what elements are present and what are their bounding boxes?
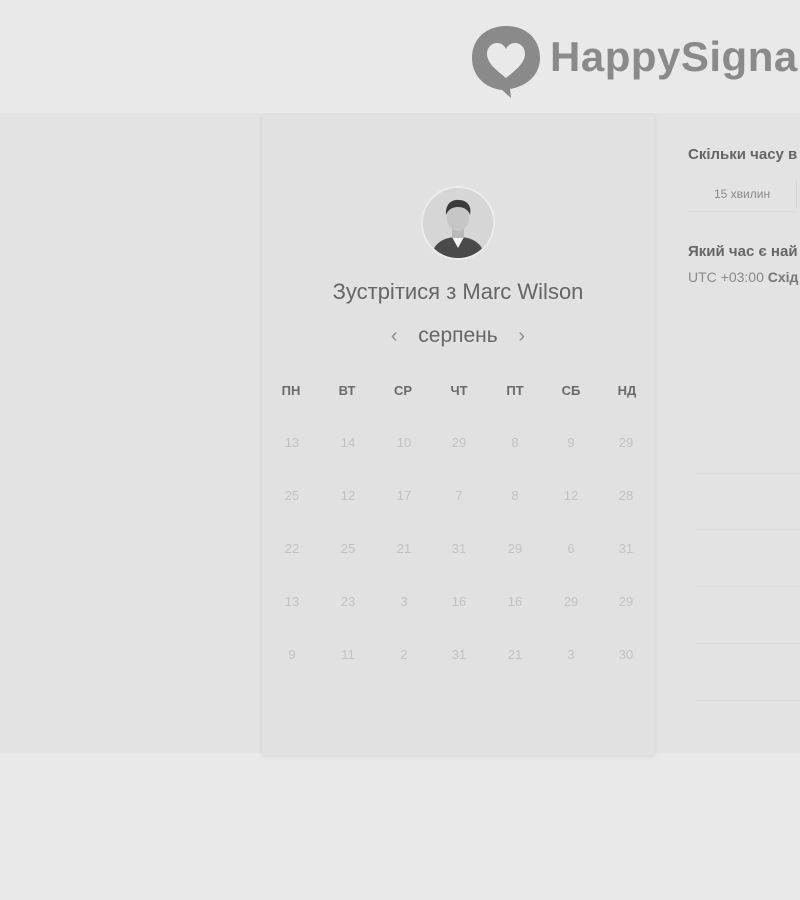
- heart-speech-bubble-icon: [472, 26, 540, 98]
- time-slot-divider: [696, 700, 800, 701]
- calendar-day: 29: [618, 435, 634, 450]
- calendar-day: 31: [451, 541, 467, 556]
- duration-option-15[interactable]: 15 хвилин: [688, 177, 796, 212]
- weekday-fri: ПТ: [506, 383, 524, 398]
- meeting-title: Зустрітися з Marc Wilson: [332, 279, 584, 304]
- calendar-day: 2: [400, 647, 408, 662]
- calendar-day: 21: [507, 647, 523, 662]
- calendar-day: 3: [400, 594, 408, 609]
- calendar-day: 16: [507, 594, 523, 609]
- calendar-day: 25: [340, 541, 356, 556]
- calendar-day: 12: [340, 488, 356, 503]
- calendar-day: 31: [451, 647, 467, 662]
- time-slot-divider: [696, 529, 800, 530]
- time-slot-divider: [696, 473, 800, 474]
- avatar: [423, 188, 493, 258]
- chevron-left-icon[interactable]: ‹: [384, 326, 404, 346]
- booking-panel: Скільки часу в 15 хвилин Який час є най …: [688, 0, 800, 900]
- time-slot-divider: [696, 643, 800, 644]
- calendar-day: 23: [340, 594, 356, 609]
- calendar-day: 6: [567, 541, 575, 556]
- calendar-day: 9: [567, 435, 575, 450]
- calendar-day: 13: [284, 435, 300, 450]
- calendar-day: 25: [284, 488, 300, 503]
- calendar-day: 8: [511, 435, 519, 450]
- calendar-day: 29: [451, 435, 467, 450]
- duration-divider: [796, 180, 797, 208]
- duration-question: Скільки часу в: [688, 146, 798, 163]
- calendar-day: 29: [563, 594, 579, 609]
- calendar-day: 3: [567, 647, 575, 662]
- calendar-day: 21: [396, 541, 412, 556]
- weekday-sun: НД: [617, 383, 637, 398]
- calendar-day: 12: [563, 488, 579, 503]
- calendar-day: 30: [618, 647, 634, 662]
- timezone-selector[interactable]: UTC +03:00 Схід: [688, 269, 798, 285]
- calendar-day: 16: [451, 594, 467, 609]
- chevron-right-icon[interactable]: ›: [512, 326, 532, 346]
- weekday-thu: ЧТ: [450, 383, 468, 398]
- calendar-day: 9: [288, 647, 296, 662]
- timezone-offset: UTC +03:00: [688, 269, 768, 285]
- calendar-day: 10: [396, 435, 412, 450]
- calendar-day: 22: [284, 541, 300, 556]
- weekday-sat: СБ: [561, 383, 581, 398]
- month-navigation: ‹ серпень ›: [262, 324, 654, 348]
- calendar-day: 14: [340, 435, 356, 450]
- time-slot-divider: [696, 586, 800, 587]
- weekday-mon: ПН: [281, 383, 301, 398]
- calendar-day: 11: [341, 647, 355, 662]
- calendar-day: 28: [618, 488, 634, 503]
- time-question: Який час є най: [688, 243, 798, 260]
- person-photo-icon: [423, 188, 493, 258]
- calendar-day: 7: [455, 488, 463, 503]
- timezone-name: Схід: [767, 269, 799, 285]
- calendar-day: 13: [284, 594, 300, 609]
- calendar-card: Зустрітися з Marc Wilson ‹ серпень › ПН …: [262, 115, 654, 755]
- month-label: серпень: [418, 324, 498, 347]
- calendar-day: 31: [618, 541, 634, 556]
- calendar-day: 8: [511, 488, 519, 503]
- page: HappySigna Зустрітися з Marc Wilson ‹ се…: [0, 0, 800, 900]
- weekday-wed: СР: [393, 383, 413, 398]
- calendar-day: 17: [396, 488, 412, 503]
- calendar-day: 29: [618, 594, 634, 609]
- weekday-tue: ВТ: [338, 383, 356, 398]
- calendar-day: 29: [507, 541, 523, 556]
